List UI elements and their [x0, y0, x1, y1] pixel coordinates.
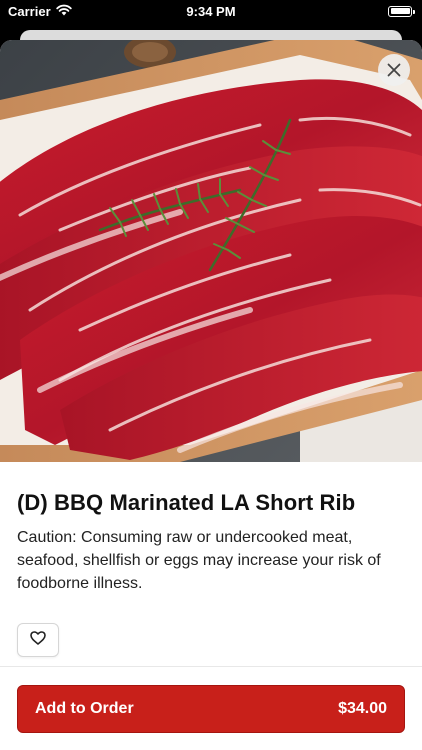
- heart-icon: [30, 630, 46, 650]
- close-button[interactable]: [378, 54, 410, 86]
- item-photo: [0, 40, 422, 462]
- add-to-order-label: Add to Order: [35, 700, 134, 717]
- add-to-order-button[interactable]: Add to Order $34.00: [17, 685, 405, 733]
- item-title: (D) BBQ Marinated LA Short Rib: [17, 490, 356, 515]
- battery-level: [390, 8, 410, 14]
- item-detail-sheet: (D) BBQ Marinated LA Short Rib Caution: …: [0, 40, 422, 750]
- close-icon: [387, 63, 401, 77]
- status-left: Carrier: [8, 4, 72, 19]
- status-bar: Carrier 9:34 PM: [0, 0, 422, 22]
- item-info: (D) BBQ Marinated LA Short Rib Caution: …: [0, 462, 422, 657]
- app-screen: Carrier 9:34 PM (D) BBQ Marinated LA Sho…: [0, 0, 422, 750]
- wifi-icon: [55, 4, 72, 19]
- favorite-button[interactable]: [17, 623, 59, 657]
- carrier-label: Carrier: [8, 3, 51, 19]
- short-rib-illustration: [0, 40, 422, 462]
- item-description: Caution: Consuming raw or undercooked me…: [17, 529, 381, 592]
- battery-icon: [388, 5, 415, 17]
- footer-divider: [0, 666, 422, 667]
- order-price: $34.00: [338, 700, 387, 717]
